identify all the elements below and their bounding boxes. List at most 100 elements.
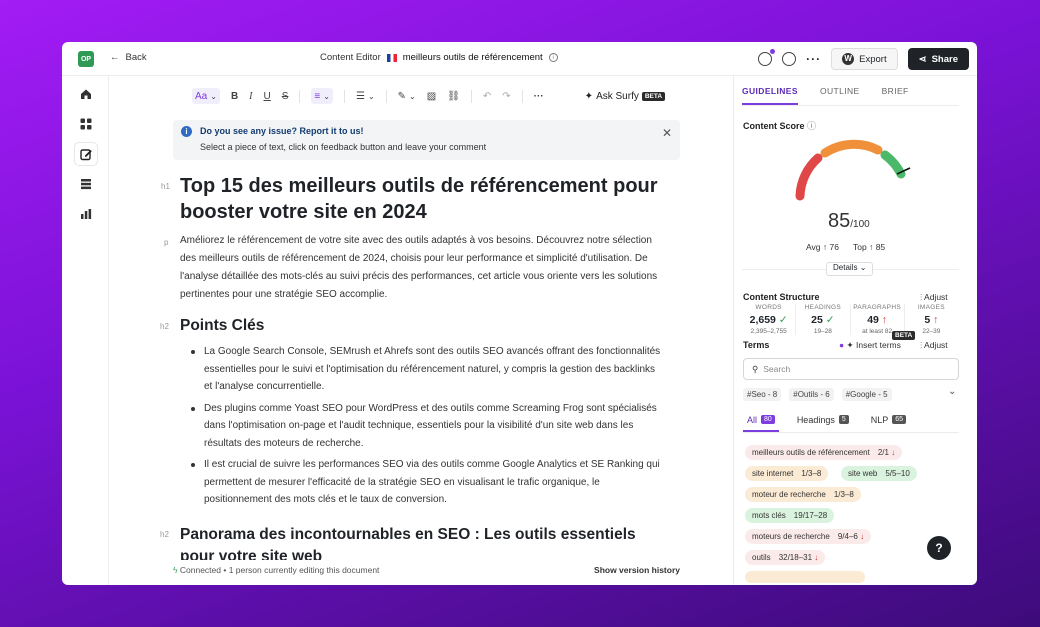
toolbar-divider bbox=[521, 89, 523, 103]
home-icon[interactable] bbox=[75, 83, 97, 105]
italic-icon[interactable]: I bbox=[249, 88, 252, 104]
analytics-icon[interactable] bbox=[75, 203, 97, 225]
section-heading[interactable]: Points Clés bbox=[180, 315, 264, 337]
sliders-icon: ⫶ bbox=[920, 340, 923, 350]
chevron-down-icon[interactable]: ⌄ bbox=[948, 386, 956, 397]
notice-title: Do you see any issue? Report it to us! bbox=[200, 126, 364, 136]
stat-key: IMAGES bbox=[917, 304, 945, 311]
editor-toolbar: Aa ⌄ B I U S ≡ ⌄ ☰ ⌄ ✎ ⌄ ▨ ⛓ ↶ ↷ ··· ✦ Ask S… bbox=[192, 88, 666, 104]
document-title[interactable]: meilleurs outils de référencement bbox=[403, 52, 543, 63]
undo-icon[interactable]: ↶ bbox=[483, 88, 491, 104]
toolbar-divider bbox=[470, 89, 472, 103]
tab-outline[interactable]: OUTLINE bbox=[820, 86, 860, 105]
export-button[interactable]: W Export bbox=[831, 48, 898, 70]
tab-guidelines[interactable]: GUIDELINES bbox=[742, 86, 798, 105]
term-chip[interactable]: moteurs de recherche 9/4–6 ↓ bbox=[745, 529, 872, 544]
chevron-down-icon: ⌄ bbox=[859, 263, 867, 272]
tab-headings[interactable]: Headings 5 bbox=[793, 411, 853, 432]
arrow-up-icon: ↑ bbox=[881, 314, 888, 326]
align-dropdown[interactable]: ≡ ⌄ bbox=[311, 88, 333, 104]
toolbar-divider bbox=[385, 89, 387, 103]
adjust-terms-button[interactable]: ⫶ Adjust bbox=[920, 340, 948, 351]
top-bar: OP ← Back Content Editor meilleurs outil… bbox=[62, 42, 977, 76]
term-text: meilleurs outils de référencement bbox=[752, 448, 870, 457]
stat-range: 19–28 bbox=[813, 328, 832, 335]
stat-value: 5 ↑ bbox=[905, 314, 958, 326]
info-icon[interactable]: ⓘ bbox=[807, 121, 816, 131]
term-chip[interactable]: meilleurs outils de référencement 2/1 ↓ bbox=[745, 445, 903, 460]
h2-tag: h2 bbox=[160, 322, 169, 331]
beta-badge: BETA bbox=[641, 91, 666, 101]
tab-nlp[interactable]: NLP 65 bbox=[867, 411, 910, 432]
more-icon[interactable]: ··· bbox=[806, 52, 821, 66]
term-count: 9/4–6 ↓ bbox=[838, 532, 864, 541]
term-chip[interactable]: outils 32/18–31 ↓ bbox=[745, 550, 826, 565]
help-button[interactable]: ? bbox=[927, 536, 951, 560]
panel-tabs: GUIDELINES OUTLINE BRIEF bbox=[742, 86, 959, 106]
check-icon: ✓ bbox=[825, 314, 835, 326]
topic-chip[interactable]: #Seo - 8 bbox=[743, 388, 782, 401]
stat-key: HEADINGS bbox=[804, 304, 842, 311]
list-item[interactable]: La Google Search Console, SEMrush et Ahr… bbox=[191, 343, 664, 396]
term-chip[interactable]: site web 5/5–10 bbox=[841, 466, 917, 481]
chevron-down-icon: ⌄ bbox=[323, 91, 330, 101]
term-chip[interactable]: mots clés 19/17–28 bbox=[745, 508, 835, 523]
list-item[interactable]: Des plugins comme Yoast SEO pour WordPre… bbox=[191, 400, 664, 453]
export-label: Export bbox=[859, 53, 887, 65]
bold-icon[interactable]: B bbox=[231, 88, 238, 104]
font-style-dropdown[interactable]: Aa ⌄ bbox=[192, 88, 220, 104]
tab-all[interactable]: All 80 bbox=[743, 411, 779, 432]
details-button[interactable]: Details ⌄ bbox=[826, 262, 874, 276]
ask-surfy-button[interactable]: ✦ Ask Surfy BETA bbox=[585, 88, 666, 104]
term-chip[interactable]: site internet 1/3–8 bbox=[745, 466, 829, 481]
adjust-structure-button[interactable]: ⫶ Adjust bbox=[920, 292, 948, 303]
workspace-logo[interactable]: OP bbox=[78, 51, 94, 67]
back-button[interactable]: ← Back bbox=[110, 52, 147, 63]
tab-label: NLP bbox=[870, 415, 889, 425]
term-text: moteurs de recherche bbox=[752, 532, 830, 541]
top-score: Top ↑ 85 bbox=[853, 242, 885, 252]
list-item[interactable]: Il est crucial de suivre les performance… bbox=[191, 456, 664, 509]
font-label: Aa bbox=[195, 90, 208, 102]
stat-value: 25 ✓ bbox=[796, 314, 849, 326]
stat-headings: HEADINGS 25 ✓ 19–28 bbox=[796, 304, 851, 335]
list-dropdown[interactable]: ☰ ⌄ bbox=[356, 88, 375, 104]
content-editor-icon[interactable] bbox=[75, 143, 97, 165]
document-heading[interactable]: Top 15 des meilleurs outils de référence… bbox=[180, 173, 680, 225]
more-options-icon[interactable]: ··· bbox=[534, 88, 544, 104]
info-icon[interactable]: i bbox=[548, 53, 558, 62]
top-value: 85 bbox=[875, 242, 886, 252]
terms-search-input[interactable]: ⚲ Search bbox=[743, 358, 959, 380]
underline-icon[interactable]: U bbox=[264, 88, 271, 104]
term-chip[interactable] bbox=[745, 571, 865, 583]
toolbar-divider bbox=[299, 89, 301, 103]
highlight-dropdown[interactable]: ✎ ⌄ bbox=[398, 88, 416, 104]
term-chip[interactable]: moteur de recherche 1/3–8 bbox=[745, 487, 861, 502]
intro-paragraph[interactable]: Améliorez le référencement de votre site… bbox=[180, 232, 662, 304]
topic-chip[interactable]: #Google - 5 bbox=[841, 388, 892, 401]
check-circle-icon[interactable] bbox=[782, 52, 797, 66]
topic-chip[interactable]: #Outils - 6 bbox=[789, 388, 834, 401]
chevron-down-icon: ⌄ bbox=[367, 91, 375, 101]
image-icon[interactable]: ▨ bbox=[427, 88, 436, 104]
numbered-list-icon: ☰ bbox=[355, 90, 365, 102]
tab-brief[interactable]: BRIEF bbox=[882, 86, 909, 105]
wordpress-icon: W bbox=[842, 53, 855, 65]
link-icon[interactable]: ⛓ bbox=[447, 88, 460, 104]
avg-arrow-icon: ↑ bbox=[822, 242, 828, 252]
top-label: Top bbox=[852, 242, 867, 252]
share-button[interactable]: ⋖ Share bbox=[907, 48, 969, 70]
term-text: moteur de recherche bbox=[752, 490, 826, 499]
close-icon[interactable]: ✕ bbox=[662, 126, 672, 140]
gauge-red-segment bbox=[795, 153, 823, 201]
redo-icon[interactable]: ↷ bbox=[502, 88, 510, 104]
share-label: Share bbox=[931, 53, 958, 65]
dashboard-icon[interactable] bbox=[75, 113, 97, 135]
arrow-left-icon: ← bbox=[110, 52, 120, 63]
strikethrough-icon[interactable]: S bbox=[282, 88, 289, 104]
version-history-link[interactable]: Show version history bbox=[594, 565, 680, 575]
status-text: Connected • 1 person currently editing t… bbox=[179, 565, 380, 575]
insert-terms-button[interactable]: ● ✦ Insert terms bbox=[839, 340, 901, 351]
collaboration-icon[interactable] bbox=[758, 49, 776, 66]
list-icon[interactable] bbox=[75, 173, 97, 195]
